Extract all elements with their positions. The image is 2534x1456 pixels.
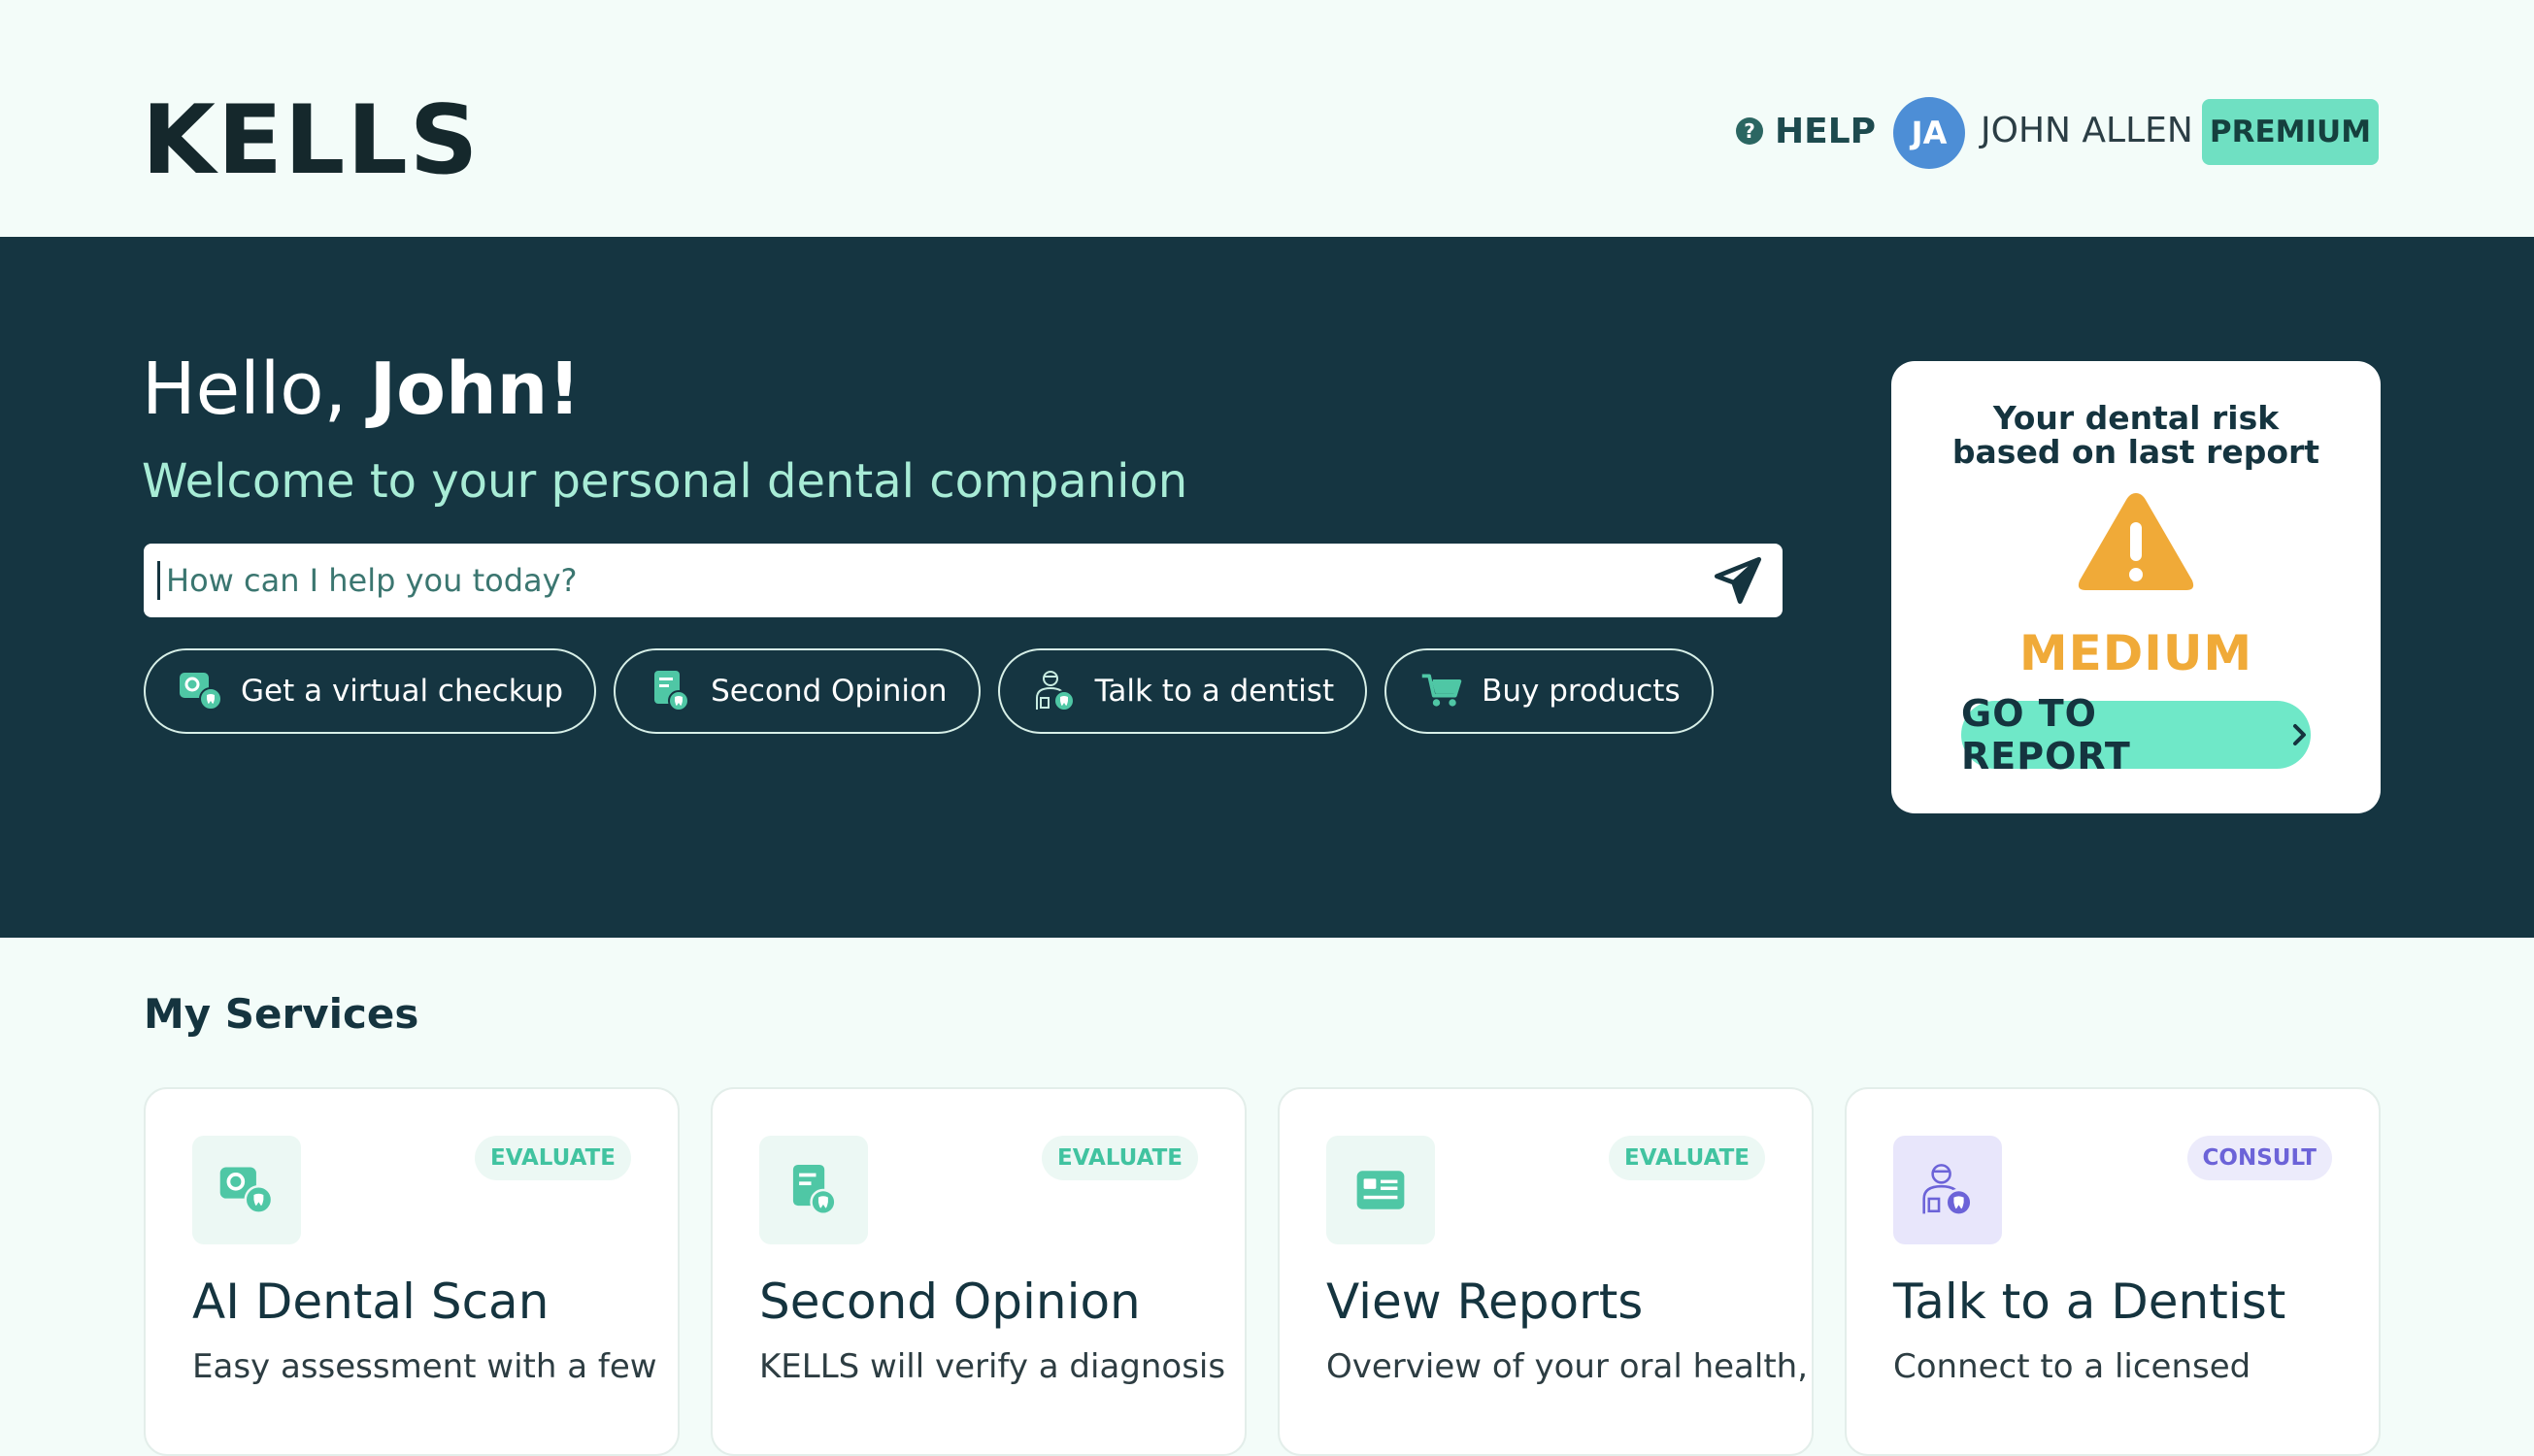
avatar[interactable]: JA: [1893, 97, 1965, 169]
greeting-prefix: Hello,: [142, 347, 370, 431]
card-tag: EVALUATE: [475, 1136, 631, 1180]
card-icon-box: [192, 1136, 301, 1244]
kells-logo[interactable]: KELLS: [142, 93, 480, 188]
dentist-icon: [1922, 1164, 1973, 1216]
chip-talk-to-dentist[interactable]: Talk to a dentist: [997, 648, 1368, 734]
dental-risk-card: Your dental risk based on last report ME…: [1891, 361, 2381, 813]
question-icon: ?: [1736, 117, 1763, 145]
service-card-talk-to-dentist[interactable]: CONSULT Talk to a Dentist Connect to a l…: [1845, 1087, 2381, 1456]
chip-label: Buy products: [1482, 674, 1681, 709]
assistant-search-box: [144, 544, 1783, 617]
card-title: Second Opinion: [759, 1274, 1141, 1330]
report-button-label: GO TO REPORT: [1961, 692, 2131, 778]
greeting-name: John!: [369, 347, 582, 431]
service-card-second-opinion[interactable]: EVALUATE Second Opinion KELLS will verif…: [711, 1087, 1247, 1456]
card-description: Connect to a licensed: [1893, 1347, 2251, 1386]
chip-virtual-checkup[interactable]: Get a virtual checkup: [144, 648, 597, 734]
go-to-report-button[interactable]: GO TO REPORT: [1961, 692, 2311, 778]
send-button[interactable]: [1711, 553, 1765, 608]
user-name[interactable]: JOHN ALLEN: [1981, 111, 2193, 150]
help-link[interactable]: ? HELP: [1736, 107, 1876, 155]
hero-section: Hello, John! Welcome to your personal de…: [0, 237, 2534, 938]
service-card-view-reports[interactable]: EVALUATE View Reports Overview of your o…: [1278, 1087, 1814, 1456]
document-tooth-icon: [792, 1164, 837, 1216]
chip-second-opinion[interactable]: Second Opinion: [614, 648, 981, 734]
chip-label: Talk to a dentist: [1094, 674, 1335, 709]
card-title: Talk to a Dentist: [1893, 1274, 2286, 1330]
report-card-icon: [1356, 1171, 1405, 1209]
dentist-icon: [1031, 667, 1080, 715]
card-tag: EVALUATE: [1042, 1136, 1198, 1180]
warning-icon: [2078, 493, 2194, 590]
chip-buy-products[interactable]: Buy products: [1384, 648, 1714, 734]
welcome-subtitle: Welcome to your personal dental companio…: [142, 454, 1188, 509]
quick-actions: Get a virtual checkup Second Opinion Tal…: [144, 648, 1714, 734]
greeting-heading: Hello, John!: [142, 353, 581, 425]
virtual-checkup-icon: [177, 667, 225, 715]
card-description: Easy assessment with a few: [192, 1347, 657, 1386]
plan-label: PREMIUM: [2209, 115, 2372, 149]
help-label: HELP: [1775, 111, 1877, 151]
card-icon-box: [759, 1136, 868, 1244]
card-description: KELLS will verify a diagnosis: [759, 1347, 1226, 1386]
risk-level: MEDIUM: [2018, 625, 2253, 681]
send-icon: [1714, 556, 1762, 605]
avatar-initials: JA: [1911, 115, 1948, 151]
risk-title-line2: based on last report: [1951, 432, 2320, 471]
card-title: AI Dental Scan: [192, 1274, 550, 1330]
card-tag: CONSULT: [2186, 1136, 2332, 1180]
card-tag: EVALUATE: [1609, 1136, 1765, 1180]
card-icon-box: [1893, 1136, 2002, 1244]
document-tooth-icon: [647, 667, 695, 715]
card-description: Overview of your oral health,: [1326, 1347, 1809, 1386]
logo-text: KELLS: [142, 85, 481, 196]
risk-card-title: Your dental risk based on last report: [1891, 399, 2381, 471]
card-icon-box: [1326, 1136, 1435, 1244]
chevron-right-icon: [2293, 724, 2307, 745]
assistant-input[interactable]: [157, 561, 1681, 600]
top-header: KELLS ? HELP JA JOHN ALLEN PREMIUM: [0, 0, 2534, 237]
plan-badge: PREMIUM: [2202, 99, 2379, 165]
chip-label: Get a virtual checkup: [241, 674, 564, 709]
chip-label: Second Opinion: [711, 674, 948, 709]
cart-icon: [1417, 667, 1466, 715]
virtual-checkup-icon: [219, 1167, 274, 1214]
risk-title-line1: Your dental risk: [1992, 399, 2280, 437]
services-heading: My Services: [144, 990, 419, 1038]
service-card-ai-dental-scan[interactable]: EVALUATE AI Dental Scan Easy assessment …: [144, 1087, 680, 1456]
card-title: View Reports: [1326, 1274, 1644, 1330]
